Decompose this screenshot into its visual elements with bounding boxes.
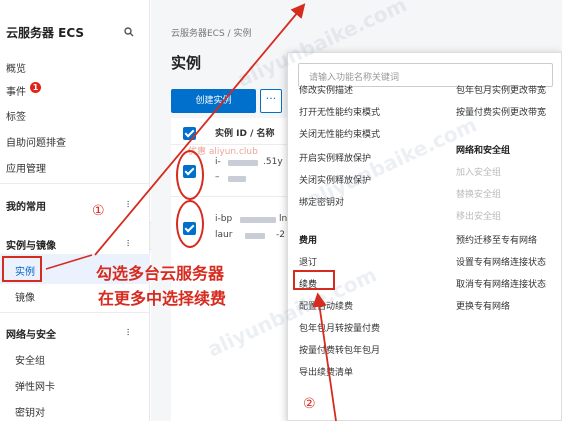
arrow-to-more-button (94, 3, 306, 256)
arrow-from-instances (45, 254, 93, 270)
annotation-arrows (45, 3, 337, 421)
arrow-to-renew (312, 292, 337, 421)
